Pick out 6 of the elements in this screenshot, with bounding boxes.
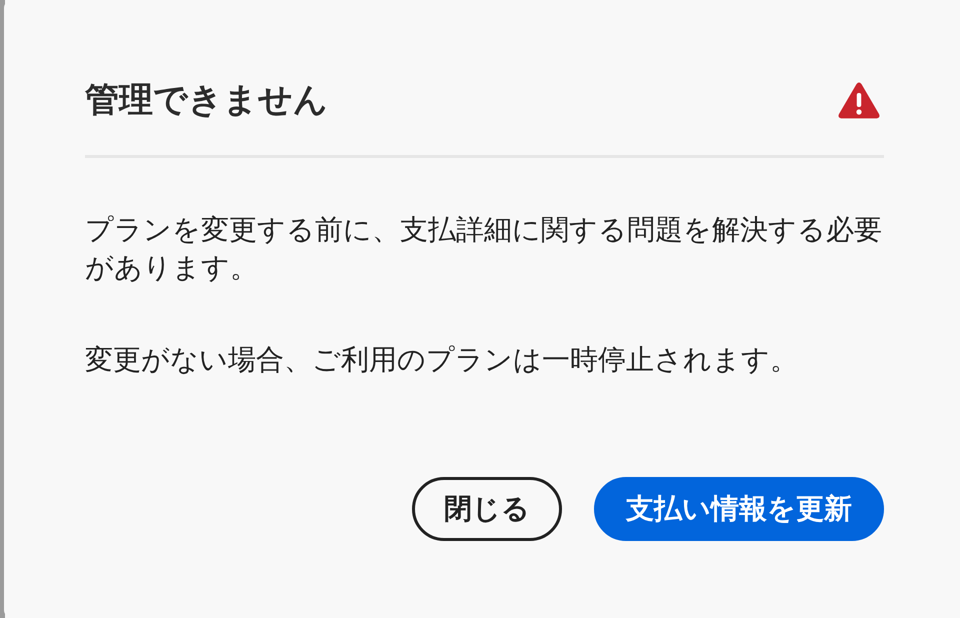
dialog-title: 管理できません: [85, 79, 328, 122]
update-payment-button[interactable]: 支払い情報を更新: [594, 477, 884, 541]
close-button[interactable]: 閉じる: [412, 477, 562, 541]
warning-icon: [838, 82, 880, 118]
dialog-message: プランを変更する前に、支払詳細に関する問題を解決する必要があります。: [85, 212, 883, 286]
dialog-message: 変更がない場合、ご利用のプランは一時停止されます。: [85, 342, 799, 378]
